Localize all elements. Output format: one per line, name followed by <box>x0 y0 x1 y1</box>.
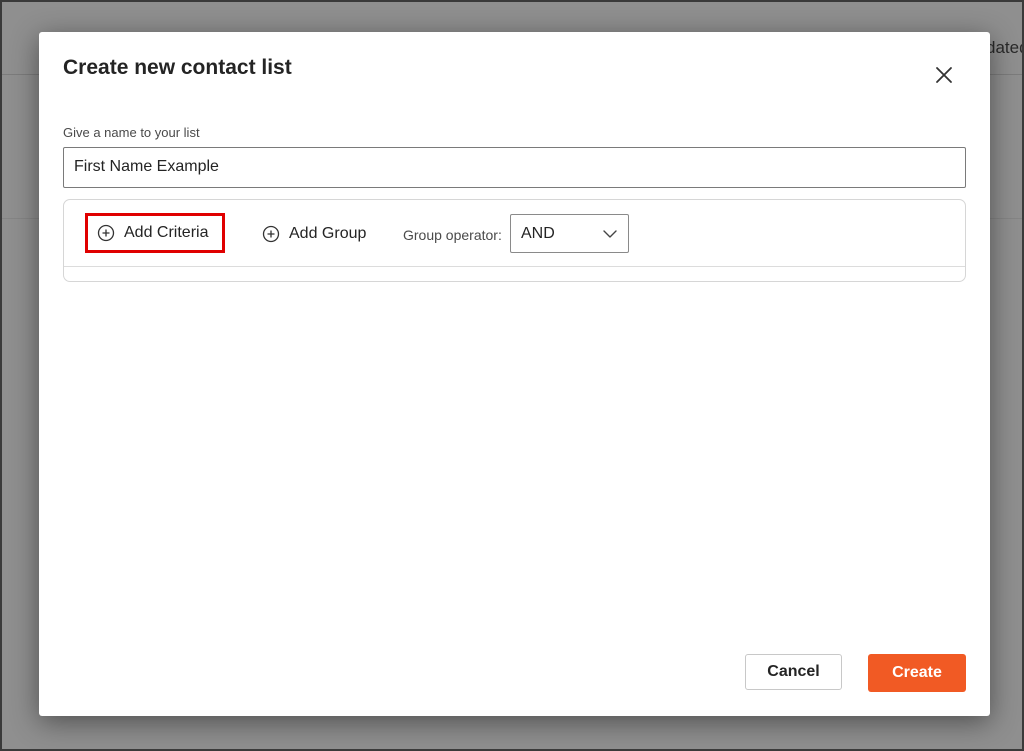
screen-frame: dated Create new contact list Give a nam… <box>0 0 1024 751</box>
list-name-label: Give a name to your list <box>63 125 200 140</box>
group-operator-label: Group operator: <box>403 227 502 243</box>
list-name-input[interactable] <box>64 148 964 185</box>
cancel-button[interactable]: Cancel <box>745 654 842 690</box>
criteria-divider <box>64 266 965 267</box>
add-group-button[interactable]: Add Group <box>262 215 366 253</box>
add-criteria-label: Add Criteria <box>124 224 209 241</box>
criteria-builder: Add Criteria Add Group Group operator: A… <box>63 199 966 282</box>
close-button[interactable] <box>932 63 956 87</box>
plus-circle-icon <box>97 224 115 242</box>
create-contact-list-dialog: Create new contact list Give a name to y… <box>39 32 990 716</box>
dialog-title: Create new contact list <box>63 56 292 79</box>
background-column-header: dated <box>986 38 1022 57</box>
add-criteria-button[interactable]: Add Criteria <box>85 213 225 253</box>
plus-circle-icon <box>262 225 280 243</box>
group-operator-dropdown[interactable]: AND <box>510 214 629 253</box>
close-icon <box>932 63 956 87</box>
add-group-label: Add Group <box>289 225 367 242</box>
group-operator-value: AND <box>521 225 555 242</box>
list-name-field[interactable] <box>63 147 966 188</box>
create-button[interactable]: Create <box>868 654 966 692</box>
chevron-down-icon <box>602 226 618 242</box>
